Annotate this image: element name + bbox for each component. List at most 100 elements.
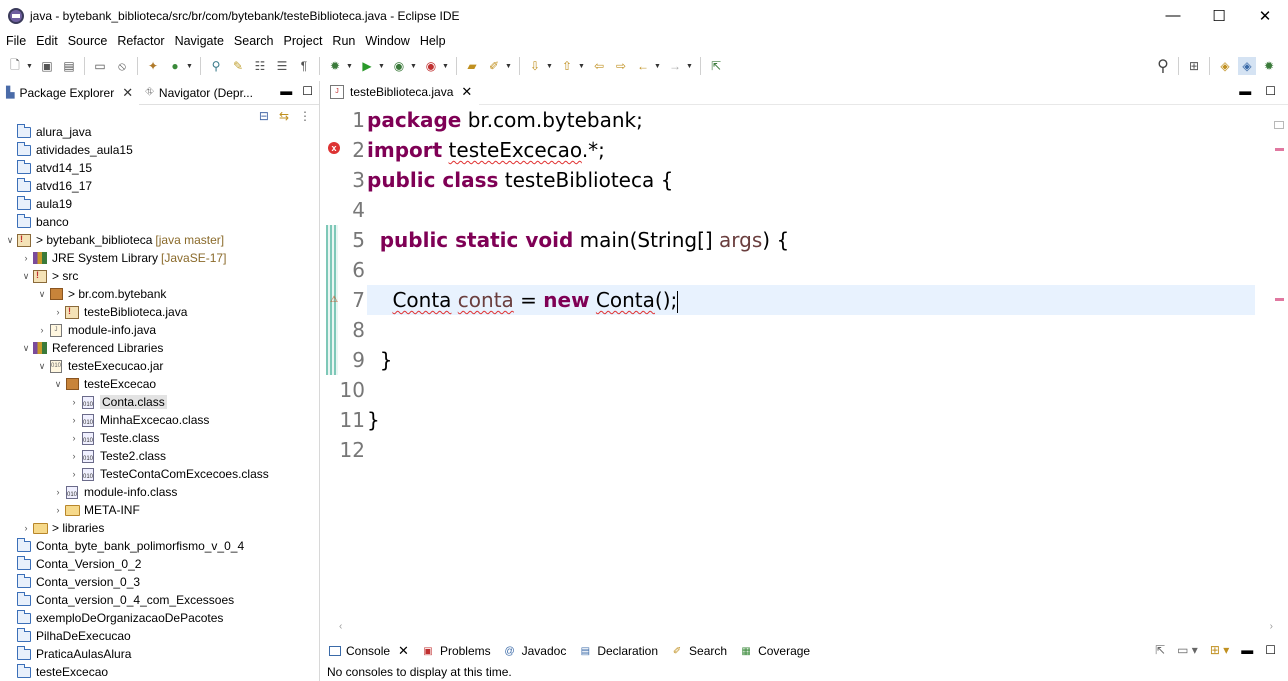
toggle-markers-icon[interactable]: ☰ (273, 57, 291, 75)
tree-item[interactable]: testeExcecao (0, 663, 319, 681)
open-type-icon[interactable]: ⚲ (207, 57, 225, 75)
menu-search[interactable]: Search (229, 34, 279, 48)
code-line[interactable]: package br.com.bytebank; (367, 105, 1255, 135)
maximize-editor-icon[interactable]: ☐ (1265, 84, 1276, 98)
next-annotation-icon[interactable]: ⇩ (526, 57, 544, 75)
code-line[interactable] (367, 255, 1255, 285)
code-line[interactable] (367, 195, 1255, 225)
tree-item[interactable]: banco (0, 213, 319, 231)
tree-item[interactable]: › META-INF (0, 501, 319, 519)
chevron-down-icon[interactable]: ▼ (410, 63, 418, 70)
menu-file[interactable]: File (1, 34, 31, 48)
chevron-down-icon[interactable]: ∨ (52, 379, 64, 390)
tab-testebiblioteca-java[interactable]: J testeBiblioteca.java ✕ (323, 80, 480, 105)
chevron-right-icon[interactable]: › (36, 325, 48, 335)
tree-item[interactable]: alura_java (0, 123, 319, 141)
tab-package-explorer[interactable]: ▙ Package Explorer ✕ (0, 81, 140, 105)
tree-item[interactable]: ∨ > br.com.bytebank (0, 285, 319, 303)
tab-console[interactable]: Console ✕ (323, 638, 415, 664)
debug-icon[interactable]: ✹ (326, 57, 344, 75)
chevron-right-icon[interactable]: › (68, 397, 80, 407)
new-java-project-icon[interactable]: ✦ (144, 57, 162, 75)
menu-window[interactable]: Window (360, 34, 414, 48)
open-console-icon[interactable]: ⊞ ▾ (1210, 643, 1229, 657)
back-icon[interactable]: ← (634, 57, 652, 75)
scroll-right-icon[interactable]: › (1270, 621, 1273, 632)
chevron-down-icon[interactable]: ∨ (20, 271, 32, 282)
code-editor[interactable]: x ⚠ 1 2 3 4 5 6 7 8 9 10 11 12 package b… (323, 105, 1288, 632)
tree-item[interactable]: PraticaAulasAlura (0, 645, 319, 663)
error-overview-mark[interactable] (1275, 298, 1284, 301)
code-text[interactable]: package br.com.bytebank; import testeExc… (367, 105, 1255, 465)
chevron-right-icon[interactable]: › (68, 433, 80, 443)
save-all-icon[interactable]: ▤ (60, 57, 78, 75)
tree-item[interactable]: › testeBiblioteca.java (0, 303, 319, 321)
tree-item[interactable]: aula19 (0, 195, 319, 213)
maximize-button[interactable]: ☐ (1196, 0, 1242, 31)
code-line[interactable]: } (367, 345, 1255, 375)
chevron-right-icon[interactable]: › (52, 487, 64, 497)
menu-navigate[interactable]: Navigate (170, 34, 229, 48)
chevron-down-icon[interactable]: ▼ (442, 63, 450, 70)
chevron-down-icon[interactable]: ▼ (686, 63, 694, 70)
close-icon[interactable]: ✕ (461, 84, 472, 100)
tree-item[interactable]: Conta_version_0_4_com_Excessoes (0, 591, 319, 609)
tree-item[interactable]: › 010 TesteContaComExcecoes.class (0, 465, 319, 483)
tree-item[interactable]: atividades_aula15 (0, 141, 319, 159)
terminal-icon[interactable]: ▭ (91, 57, 109, 75)
java-perspective-icon[interactable]: ◈ (1238, 57, 1256, 75)
chevron-down-icon[interactable]: ∨ (36, 289, 48, 300)
pin-console-icon[interactable]: ⇱ (1155, 643, 1165, 657)
horizontal-scrollbar[interactable]: ‹ › (339, 619, 1273, 633)
chevron-right-icon[interactable]: › (52, 505, 64, 515)
code-line[interactable] (367, 435, 1255, 465)
tree-item[interactable]: › 010 module-info.class (0, 483, 319, 501)
tree-item[interactable]: › 010 Teste2.class (0, 447, 319, 465)
tree-item[interactable]: › 010 Conta.class (0, 393, 319, 411)
chevron-down-icon[interactable]: ∨ (4, 235, 16, 246)
collapse-all-icon[interactable]: ⊟ (259, 109, 269, 123)
chevron-right-icon[interactable]: › (20, 523, 32, 533)
chevron-right-icon[interactable]: › (68, 469, 80, 479)
chevron-down-icon[interactable]: ▼ (26, 63, 34, 70)
tab-search[interactable]: ✐ Search (664, 638, 733, 664)
chevron-down-icon[interactable]: ▼ (346, 63, 354, 70)
tab-declaration[interactable]: ▤ Declaration (572, 638, 664, 664)
open-folder-icon[interactable]: ▰ (463, 57, 481, 75)
tree-item[interactable]: ∨ 010 testeExecucao.jar (0, 357, 319, 375)
tab-problems[interactable]: ▣ Problems (415, 638, 497, 664)
tree-item[interactable]: › Jmodule-info.java (0, 321, 319, 339)
chevron-down-icon[interactable]: ▼ (186, 63, 194, 70)
save-icon[interactable]: ▣ (38, 57, 56, 75)
tree-item[interactable]: atvd14_15 (0, 159, 319, 177)
pin-editor-icon[interactable]: ⇱ (707, 57, 725, 75)
open-perspective-icon[interactable]: ⊞ (1185, 57, 1203, 75)
chevron-down-icon[interactable]: ∨ (36, 361, 48, 372)
previous-annotation-icon[interactable]: ⇧ (558, 57, 576, 75)
code-line[interactable]: } (367, 405, 1255, 435)
error-overview-mark[interactable] (1275, 148, 1284, 151)
search-icon[interactable]: ⚲ (1154, 57, 1172, 75)
skip-breakpoints-icon[interactable]: ⦸ (113, 57, 131, 75)
tree-item[interactable]: › > libraries (0, 519, 319, 537)
minimize-button[interactable]: — (1150, 0, 1196, 31)
tree-item[interactable]: ∨ > src (0, 267, 319, 285)
tree-item[interactable]: PilhaDeExecucao (0, 627, 319, 645)
display-console-icon[interactable]: ▭ ▾ (1177, 643, 1198, 657)
coverage-icon[interactable]: ◉ (390, 57, 408, 75)
chevron-right-icon[interactable]: › (20, 253, 32, 263)
chevron-right-icon[interactable]: › (68, 415, 80, 425)
tree-item[interactable]: Conta_Version_0_2 (0, 555, 319, 573)
chevron-right-icon[interactable]: › (52, 307, 64, 317)
forward-history-icon[interactable]: ⇨ (612, 57, 630, 75)
tree-item[interactable]: atvd16_17 (0, 177, 319, 195)
maximize-view-icon[interactable]: ☐ (302, 84, 313, 98)
code-line[interactable] (367, 315, 1255, 345)
minimize-view-icon[interactable]: ▬ (1241, 643, 1253, 657)
tab-coverage[interactable]: ▦ Coverage (733, 638, 816, 664)
annotation-icon[interactable]: ✎ (229, 57, 247, 75)
tree-item[interactable]: › JRE System Library [JavaSE-17] (0, 249, 319, 267)
tree-item[interactable]: Conta_version_0_3 (0, 573, 319, 591)
code-line[interactable]: public static void main(String[] args) { (367, 225, 1255, 255)
chevron-down-icon[interactable]: ▼ (505, 63, 513, 70)
